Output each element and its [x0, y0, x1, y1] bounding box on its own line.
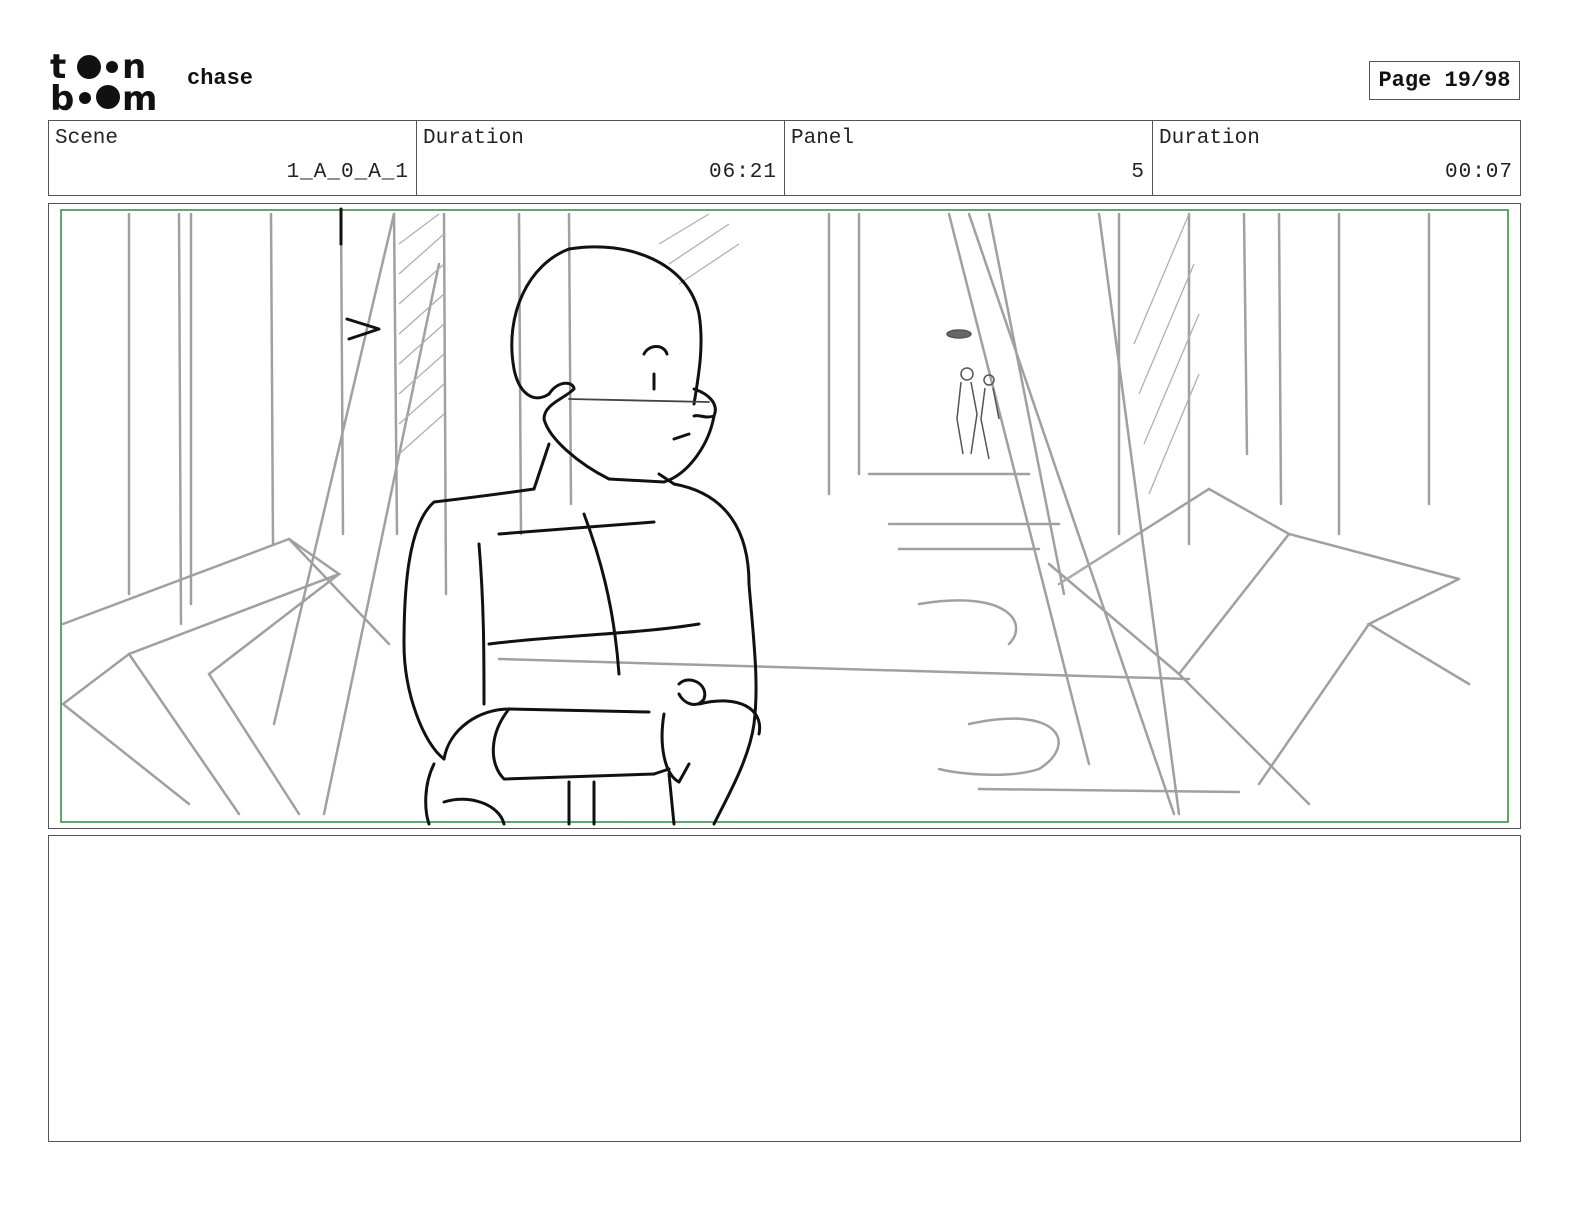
- background-sketch: [61, 212, 1471, 816]
- distant-figures: [946, 329, 1000, 460]
- panel-duration-label: Duration: [1159, 127, 1260, 150]
- scene-duration-value: 06:21: [708, 161, 777, 184]
- toon-boom-logo: t n b m: [50, 50, 157, 112]
- page-indicator: Page 19/98: [1369, 61, 1520, 100]
- panel-sketch: [60, 207, 1509, 826]
- scene-cell: Scene 1_A_0_A_1: [49, 121, 417, 195]
- svg-text:b: b: [50, 79, 74, 112]
- panel-notes-box[interactable]: [48, 835, 1521, 1142]
- svg-text:m: m: [122, 79, 157, 112]
- project-title: chase: [187, 66, 254, 91]
- panel-value: 5: [1131, 161, 1145, 184]
- storyboard-panel: [48, 203, 1521, 829]
- scene-duration-cell: Duration 06:21: [417, 121, 785, 195]
- panel-label: Panel: [791, 127, 855, 150]
- scene-info-row: Scene 1_A_0_A_1 Duration 06:21 Panel 5 D…: [48, 120, 1521, 196]
- safe-frame: [60, 209, 1509, 823]
- scene-value: 1_A_0_A_1: [286, 161, 409, 184]
- scene-duration-label: Duration: [423, 127, 524, 150]
- main-character-sketch: [339, 207, 762, 826]
- panel-duration-value: 00:07: [1444, 161, 1513, 184]
- panel-duration-cell: Duration 00:07: [1153, 121, 1520, 195]
- scene-label: Scene: [55, 127, 119, 150]
- panel-cell: Panel 5: [785, 121, 1153, 195]
